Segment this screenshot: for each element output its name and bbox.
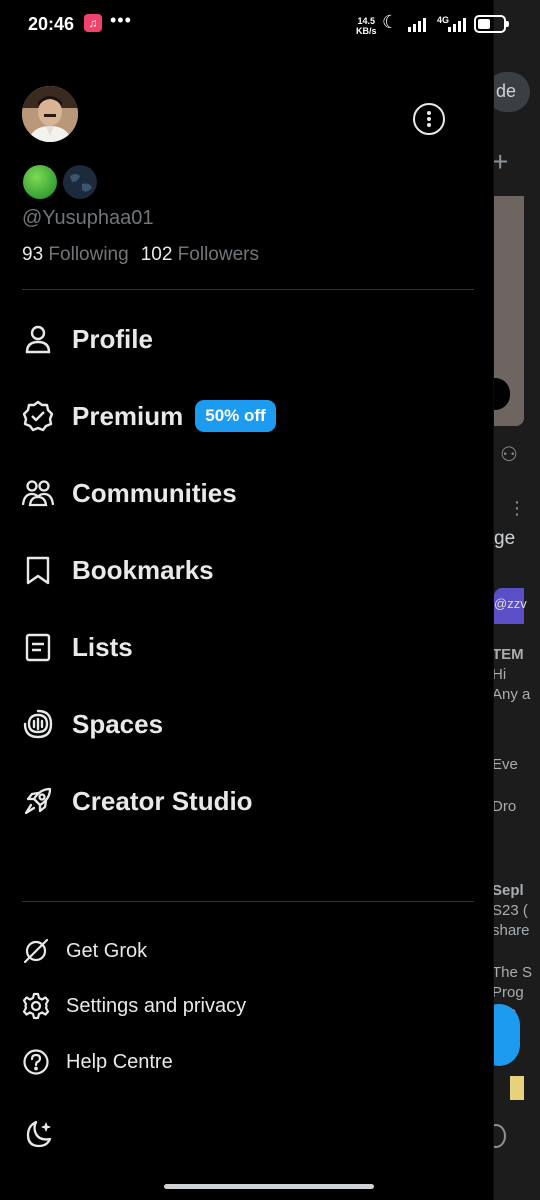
background-share-icon: ⚇ bbox=[500, 444, 518, 466]
menu-label: Bookmarks bbox=[72, 554, 214, 585]
grok-icon bbox=[22, 937, 50, 965]
dot bbox=[427, 117, 431, 121]
background-text: ge bbox=[494, 528, 516, 549]
lists-icon bbox=[22, 631, 54, 663]
do-not-disturb-icon: ☾ bbox=[382, 12, 399, 32]
background-snippet: Any a bbox=[492, 686, 531, 703]
bookmark-icon bbox=[22, 554, 54, 586]
menu-item-creator-studio[interactable]: Creator Studio bbox=[22, 776, 253, 826]
menu-item-settings[interactable]: Settings and privacy bbox=[22, 988, 246, 1024]
status-bar: 20:46 ♫ ••• 14.5 KB/s ☾ 4G bbox=[0, 0, 540, 50]
navigation-drawer: @Yusuphaa01 93 Following 102 Followers Pr… bbox=[0, 0, 494, 1200]
menu-label: Settings and privacy bbox=[66, 994, 247, 1017]
divider bbox=[22, 901, 474, 902]
menu-label: Premium bbox=[72, 400, 184, 431]
menu-item-profile[interactable]: Profile bbox=[22, 314, 153, 364]
background-snippet: Prog bbox=[492, 984, 524, 1001]
menu-label: Profile bbox=[72, 323, 153, 354]
earth-globe-icon bbox=[62, 164, 98, 200]
followers-link[interactable]: 102 Followers bbox=[141, 244, 259, 265]
divider bbox=[22, 289, 474, 290]
background-image bbox=[510, 1076, 524, 1100]
network-speed: 14.5 KB/s bbox=[356, 16, 377, 36]
menu-item-premium[interactable]: Premium 50% off bbox=[22, 391, 276, 441]
menu-label: Creator Studio bbox=[72, 785, 253, 816]
status-time: 20:46 bbox=[28, 14, 75, 34]
followers-label: Followers bbox=[177, 244, 259, 265]
display-theme-button[interactable] bbox=[22, 1118, 54, 1150]
menu-item-bookmarks[interactable]: Bookmarks bbox=[22, 545, 214, 595]
home-indicator[interactable] bbox=[164, 1184, 374, 1189]
more-notifications-icon: ••• bbox=[110, 10, 132, 30]
background-snippet: TEM bbox=[492, 646, 524, 663]
battery-icon bbox=[474, 15, 509, 33]
music-app-icon: ♫ bbox=[84, 14, 102, 32]
menu-item-communities[interactable]: Communities bbox=[22, 468, 237, 518]
menu-label: Get Grok bbox=[66, 939, 148, 962]
background-snippet: share bbox=[492, 922, 530, 939]
moon-sparkle-icon bbox=[22, 1118, 54, 1150]
menu-item-lists[interactable]: Lists bbox=[22, 622, 133, 672]
dot bbox=[427, 111, 431, 115]
background-snippet: The S bbox=[492, 964, 533, 981]
menu-label: Spaces bbox=[72, 708, 164, 739]
menu-item-help-centre[interactable]: Help Centre bbox=[22, 1044, 173, 1080]
menu-label: Help Centre bbox=[66, 1050, 173, 1073]
menu-item-spaces[interactable]: Spaces bbox=[22, 699, 163, 749]
follow-stats: 93 Following 102 Followers bbox=[22, 244, 259, 266]
signal-bars-icon bbox=[408, 16, 426, 32]
background-more-icon: ⋮ bbox=[508, 498, 526, 518]
followers-count: 102 bbox=[140, 244, 173, 265]
following-count: 93 bbox=[22, 244, 44, 265]
green-circle-icon bbox=[22, 164, 58, 200]
rocket-icon bbox=[22, 785, 54, 817]
profile-handle[interactable]: @Yusuphaa01 bbox=[22, 207, 154, 230]
help-icon bbox=[22, 1048, 50, 1076]
signal-bars-icon bbox=[448, 16, 466, 32]
background-snippet: Sepl bbox=[492, 882, 524, 899]
background-snippet: Eve bbox=[492, 756, 518, 773]
discount-badge: 50% off bbox=[195, 400, 276, 432]
person-icon bbox=[22, 323, 54, 355]
following-label: Following bbox=[48, 244, 129, 265]
speed-unit: KB/s bbox=[356, 26, 377, 36]
menu-label: Communities bbox=[72, 477, 237, 508]
background-snippet: S23 ( bbox=[492, 902, 528, 919]
account-options-button[interactable] bbox=[413, 103, 445, 135]
menu-label: Lists bbox=[72, 631, 133, 662]
following-link[interactable]: 93 Following bbox=[22, 244, 129, 265]
background-snippet: Dro bbox=[492, 798, 517, 815]
dot bbox=[427, 123, 431, 127]
background-snippet: Hi bbox=[492, 666, 507, 683]
background-plus-icon: + bbox=[492, 146, 509, 177]
menu-item-get-grok[interactable]: Get Grok bbox=[22, 933, 147, 969]
profile-emojis bbox=[22, 164, 98, 200]
spaces-mic-icon bbox=[22, 708, 54, 740]
communities-icon bbox=[22, 477, 54, 509]
gear-icon bbox=[22, 992, 50, 1020]
verified-badge-icon bbox=[22, 400, 54, 432]
avatar[interactable] bbox=[22, 86, 78, 142]
speed-value: 14.5 bbox=[357, 16, 376, 26]
background-purple-card: @zzv bbox=[494, 588, 527, 624]
